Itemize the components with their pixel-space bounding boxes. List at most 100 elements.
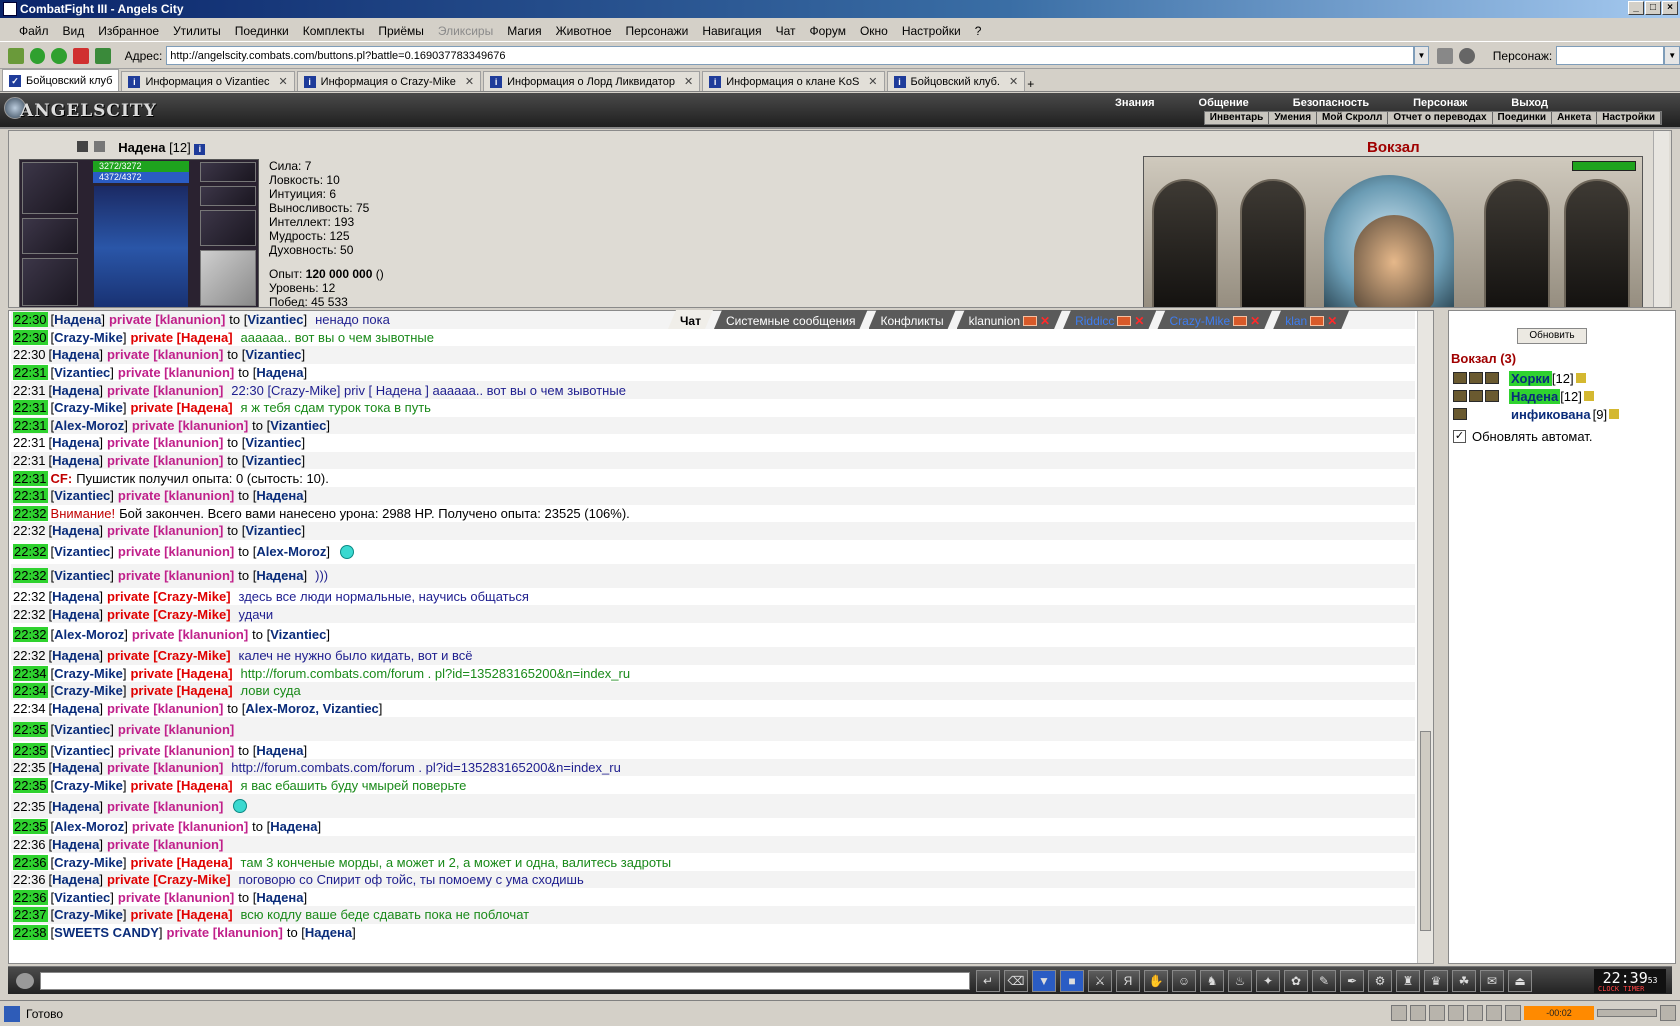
subnav-item[interactable]: Отчет о переводах: [1388, 112, 1493, 124]
sender-name[interactable]: Надена: [52, 435, 99, 450]
private-tag[interactable]: private [Надена]: [130, 778, 232, 793]
private-tag[interactable]: private [klanunion]: [118, 568, 234, 583]
target-name[interactable]: Vizantiec: [245, 453, 301, 468]
message-time[interactable]: 22:31: [13, 417, 48, 433]
chat-tab[interactable]: Системные сообщения: [714, 310, 868, 329]
menu-item[interactable]: Эликсиры: [431, 24, 500, 38]
sender-name[interactable]: Vizantiec: [54, 365, 110, 380]
menu-item[interactable]: Форум: [803, 24, 853, 38]
message-time[interactable]: 22:35: [13, 742, 48, 758]
to-target[interactable]: to [Alex-Moroz]: [238, 544, 330, 559]
target-name[interactable]: Vizantiec: [245, 435, 301, 450]
fire-icon[interactable]: ✦: [1256, 970, 1280, 992]
nav-item[interactable]: Безопасность: [1271, 97, 1391, 109]
target-name[interactable]: Vizantiec: [245, 347, 301, 362]
target-name[interactable]: Надена: [256, 568, 303, 583]
menu-item[interactable]: Файл: [12, 24, 56, 38]
browser-tab[interactable]: i Информация о Crazy-Mike ✕: [296, 71, 482, 91]
to-target[interactable]: to [Vizantiec]: [252, 418, 330, 433]
private-tag[interactable]: private [Надена]: [130, 907, 232, 922]
info-icon[interactable]: [1609, 409, 1620, 419]
sender-name[interactable]: Vizantiec: [54, 722, 110, 737]
message-time[interactable]: 22:35: [13, 799, 46, 814]
sender-name[interactable]: Надена: [52, 589, 99, 604]
print-icon[interactable]: [1437, 47, 1454, 64]
to-target[interactable]: to [Надена]: [238, 568, 307, 583]
tray-icon-3[interactable]: [1429, 1005, 1445, 1021]
sender-name[interactable]: Надена: [52, 799, 99, 814]
message-time[interactable]: 22:30: [13, 329, 48, 345]
private-tag[interactable]: private [klanunion]: [167, 925, 283, 940]
private-tag[interactable]: private [Надена]: [130, 400, 232, 415]
chat-tab[interactable]: Чат: [668, 310, 713, 329]
user-name[interactable]: Надена: [1509, 388, 1561, 404]
close-icon[interactable]: ✕: [1009, 75, 1018, 88]
nav-item[interactable]: Персонаж: [1391, 97, 1489, 109]
to-target[interactable]: to [Vizantiec]: [229, 312, 307, 327]
send-icon[interactable]: ↵: [976, 970, 1000, 992]
menu-item[interactable]: Чат: [769, 24, 803, 38]
resize-grip-icon[interactable]: [1660, 1005, 1676, 1021]
subnav-item[interactable]: Инвентарь: [1205, 112, 1270, 124]
gear-tool-icon[interactable]: ⚙: [1368, 970, 1392, 992]
sender-name[interactable]: Vizantiec: [54, 544, 110, 559]
group-icon[interactable]: ☘: [1452, 970, 1476, 992]
message-time[interactable]: 22:31: [13, 383, 46, 398]
target-name[interactable]: Alex-Moroz: [256, 544, 326, 559]
eraser-icon[interactable]: ⌫: [1004, 970, 1028, 992]
mail-icon[interactable]: [1310, 316, 1324, 326]
target-name[interactable]: Vizantiec: [247, 312, 303, 327]
private-tag[interactable]: private [Crazy-Mike]: [107, 648, 231, 663]
message-time[interactable]: 22:36: [13, 854, 48, 870]
to-target[interactable]: to [Alex-Moroz, Vizantiec]: [227, 701, 382, 716]
message-time[interactable]: 22:38: [13, 924, 48, 940]
sender-name[interactable]: SWEETS CANDY: [54, 925, 159, 940]
private-tag[interactable]: private [klanunion]: [107, 453, 223, 468]
sender-name[interactable]: Alex-Moroz: [54, 819, 124, 834]
crest-icon[interactable]: ♛: [1424, 970, 1448, 992]
save-icon[interactable]: ■: [1060, 970, 1084, 992]
close-icon[interactable]: ✕: [1040, 314, 1050, 328]
chat-scrollbar[interactable]: [1417, 311, 1433, 963]
sender-name[interactable]: Alex-Moroz: [54, 418, 124, 433]
menu-item[interactable]: Персонажи: [619, 24, 696, 38]
message-time[interactable]: 22:31: [13, 453, 46, 468]
sender-name[interactable]: Надена: [52, 760, 99, 775]
mail-icon[interactable]: [1233, 316, 1247, 326]
sender-name[interactable]: Vizantiec: [54, 568, 110, 583]
menu-item[interactable]: ?: [968, 24, 989, 38]
sender-name[interactable]: Alex-Moroz: [54, 627, 124, 642]
nav-item[interactable]: Выход: [1489, 97, 1570, 109]
shield-slot[interactable]: [200, 250, 256, 306]
sender-name[interactable]: Надена: [52, 872, 99, 887]
sender-name[interactable]: Crazy-Mike: [54, 855, 123, 870]
info-icon[interactable]: i: [194, 144, 206, 155]
sender-name[interactable]: Crazy-Mike: [54, 666, 123, 681]
menu-item[interactable]: Настройки: [895, 24, 968, 38]
menu-item[interactable]: Поединки: [228, 24, 296, 38]
message-time[interactable]: 22:35: [13, 721, 48, 737]
browser-tab[interactable]: ✓ Бойцовский клуб: [2, 69, 120, 91]
sender-name[interactable]: Crazy-Mike: [54, 330, 123, 345]
message-time[interactable]: 22:32: [13, 648, 46, 663]
translit-icon[interactable]: Я: [1116, 970, 1140, 992]
private-tag[interactable]: private [klanunion]: [118, 890, 234, 905]
sender-name[interactable]: Crazy-Mike: [54, 400, 123, 415]
sender-name[interactable]: Надена: [52, 453, 99, 468]
close-icon[interactable]: ✕: [465, 75, 474, 88]
menu-item[interactable]: Животное: [549, 24, 619, 38]
target-name[interactable]: Alex-Moroz, Vizantiec: [245, 701, 378, 716]
private-tag[interactable]: private [klanunion]: [118, 544, 234, 559]
sender-name[interactable]: Vizantiec: [54, 488, 110, 503]
auto-refresh[interactable]: ✓ Обновлять автомат.: [1453, 429, 1592, 444]
message-time[interactable]: 22:31: [13, 470, 48, 486]
hand-icon[interactable]: ✋: [1144, 970, 1168, 992]
user-row[interactable]: инфикована [9]: [1453, 405, 1620, 423]
character-select[interactable]: [1556, 46, 1665, 65]
ring-slot[interactable]: [200, 186, 256, 206]
sender-name[interactable]: Надена: [52, 347, 99, 362]
target-name[interactable]: Надена: [256, 890, 303, 905]
volume-icon[interactable]: [1597, 1009, 1657, 1017]
filter-icon[interactable]: ▼: [1032, 970, 1056, 992]
npc-character[interactable]: [1354, 215, 1434, 307]
